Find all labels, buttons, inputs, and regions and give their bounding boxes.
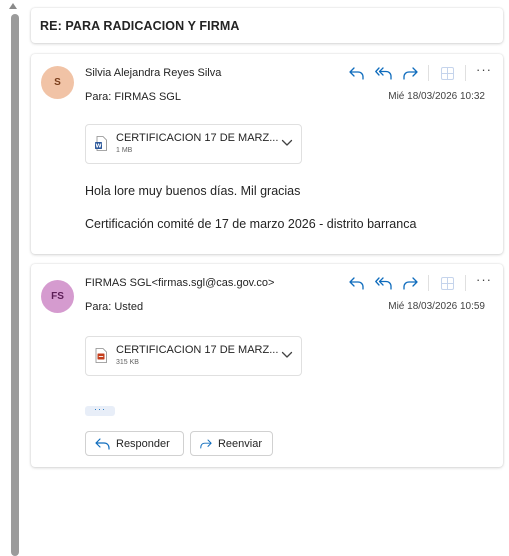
attachment-size: 315 KB	[116, 359, 139, 366]
divider	[428, 275, 429, 291]
message-body-line: Hola lore muy buenos días. Mil gracias	[85, 184, 301, 198]
chevron-down-icon[interactable]	[281, 351, 293, 359]
apps-icon[interactable]	[438, 64, 456, 82]
reply-button-label: Responder	[116, 437, 170, 450]
more-icon[interactable]: ···	[475, 61, 493, 85]
message-date: Mié 18/03/2026 10:59	[388, 301, 485, 312]
subject-header: RE: PARA RADICACION Y FIRMA	[31, 8, 503, 43]
message-date: Mié 18/03/2026 10:32	[388, 91, 485, 102]
message-card[interactable]: FS FIRMAS SGL<firmas.sgl@cas.gov.co> Par…	[31, 264, 503, 467]
sender-name[interactable]: Silvia Alejandra Reyes Silva	[85, 67, 221, 79]
attachment-size: 1 MB	[116, 147, 133, 154]
word-file-icon: W	[95, 136, 107, 151]
forward-icon[interactable]	[401, 274, 419, 292]
more-icon[interactable]: ···	[475, 271, 493, 295]
message-actions: ···	[338, 63, 493, 83]
attachment-card[interactable]: CERTIFICACION 17 DE MARZ... 315 KB	[85, 336, 302, 376]
svg-text:W: W	[95, 144, 101, 150]
scrollbar[interactable]	[0, 0, 22, 556]
attachment-name: CERTIFICACION 17 DE MARZ...	[116, 344, 279, 356]
forward-button[interactable]: Reenviar	[190, 431, 273, 456]
subject-title: RE: PARA RADICACION Y FIRMA	[40, 19, 240, 33]
forward-button-label: Reenviar	[217, 437, 262, 450]
chevron-down-icon[interactable]	[281, 139, 293, 147]
reply-all-icon[interactable]	[374, 274, 392, 292]
scroll-thumb[interactable]	[11, 14, 19, 556]
reply-button[interactable]: Responder	[85, 431, 184, 456]
show-quoted-text-button[interactable]: ···	[85, 405, 115, 416]
reply-all-icon[interactable]	[374, 64, 392, 82]
reply-icon	[95, 437, 110, 450]
forward-icon	[200, 439, 212, 448]
forward-icon[interactable]	[401, 64, 419, 82]
avatar[interactable]: S	[41, 66, 74, 99]
recipient-line: Para: FIRMAS SGL	[85, 91, 181, 103]
avatar[interactable]: FS	[41, 280, 74, 313]
apps-icon[interactable]	[438, 274, 456, 292]
message-card[interactable]: S Silvia Alejandra Reyes Silva Para: FIR…	[31, 54, 503, 254]
divider	[428, 65, 429, 81]
message-actions: ···	[338, 273, 493, 293]
reply-icon[interactable]	[347, 274, 365, 292]
divider	[465, 275, 466, 291]
pdf-file-icon	[95, 348, 107, 363]
divider	[465, 65, 466, 81]
attachment-name: CERTIFICACION 17 DE MARZ...	[116, 132, 279, 144]
reply-icon[interactable]	[347, 64, 365, 82]
scroll-up-arrow[interactable]	[9, 3, 17, 9]
sender-name[interactable]: FIRMAS SGL<firmas.sgl@cas.gov.co>	[85, 277, 274, 289]
attachment-card[interactable]: W CERTIFICACION 17 DE MARZ... 1 MB	[85, 124, 302, 164]
message-body-line: Certificación comité de 17 de marzo 2026…	[85, 217, 417, 231]
recipient-line: Para: Usted	[85, 301, 144, 313]
